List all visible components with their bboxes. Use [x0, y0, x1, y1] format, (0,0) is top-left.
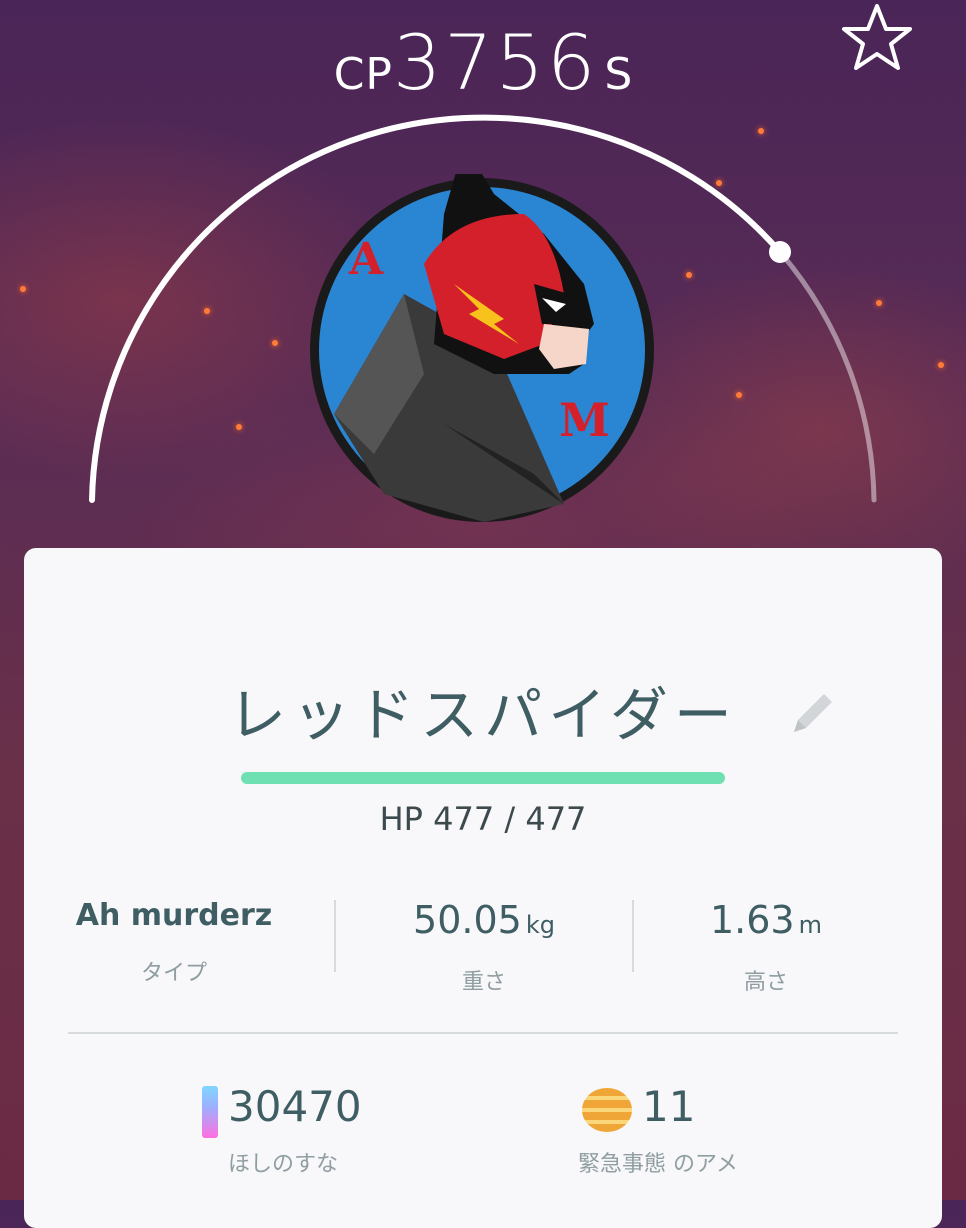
height-value: 1.63	[710, 898, 795, 942]
ember-spark	[736, 392, 742, 398]
stardust-value: 30470	[228, 1082, 362, 1131]
cp-prefix: CP	[333, 49, 393, 100]
ember-spark	[876, 300, 882, 306]
candy-label: 緊急事態 のアメ	[578, 1152, 738, 1177]
ember-spark	[236, 424, 242, 430]
section-divider	[68, 1032, 898, 1034]
height-label: 高さ	[743, 970, 788, 995]
pokemon-avatar: A M	[310, 174, 654, 522]
weight-unit: kg	[525, 911, 555, 939]
ember-spark	[272, 340, 278, 346]
svg-text:M: M	[559, 393, 610, 447]
svg-text:A: A	[348, 234, 384, 285]
ember-spark	[716, 180, 722, 186]
height-unit: m	[798, 911, 822, 939]
ember-spark	[758, 128, 764, 134]
star-icon[interactable]	[840, 2, 914, 72]
level-indicator-dot	[769, 241, 791, 263]
height-stat: 1.63 m 高さ	[616, 898, 916, 996]
candy-value: 11	[642, 1082, 696, 1131]
type-stat: Ah murderz タイプ	[24, 898, 324, 987]
ember-spark	[938, 362, 944, 368]
candy-icon	[582, 1088, 632, 1132]
cp-suffix: S	[604, 49, 633, 100]
stardust-label: ほしのすな	[228, 1152, 339, 1177]
stardust-icon	[202, 1086, 218, 1138]
ember-spark	[20, 286, 26, 292]
cp-value: 3756	[392, 18, 599, 107]
hp-text: HP 477 / 477	[379, 800, 587, 838]
hp-bar	[241, 772, 725, 784]
cp-display: CP3756 S	[0, 18, 966, 107]
weight-value: 50.05	[413, 898, 522, 942]
weight-label: 重さ	[461, 970, 506, 995]
type-value: Ah murderz	[75, 898, 273, 933]
pokemon-info-card: レッドスパイダー HP 477 / 477 Ah murderz タイプ 50.…	[24, 548, 942, 1228]
ember-spark	[204, 308, 210, 314]
ember-spark	[686, 272, 692, 278]
type-label: タイプ	[140, 961, 207, 986]
pencil-icon[interactable]	[786, 688, 838, 740]
weight-stat: 50.05 kg 重さ	[334, 898, 634, 996]
